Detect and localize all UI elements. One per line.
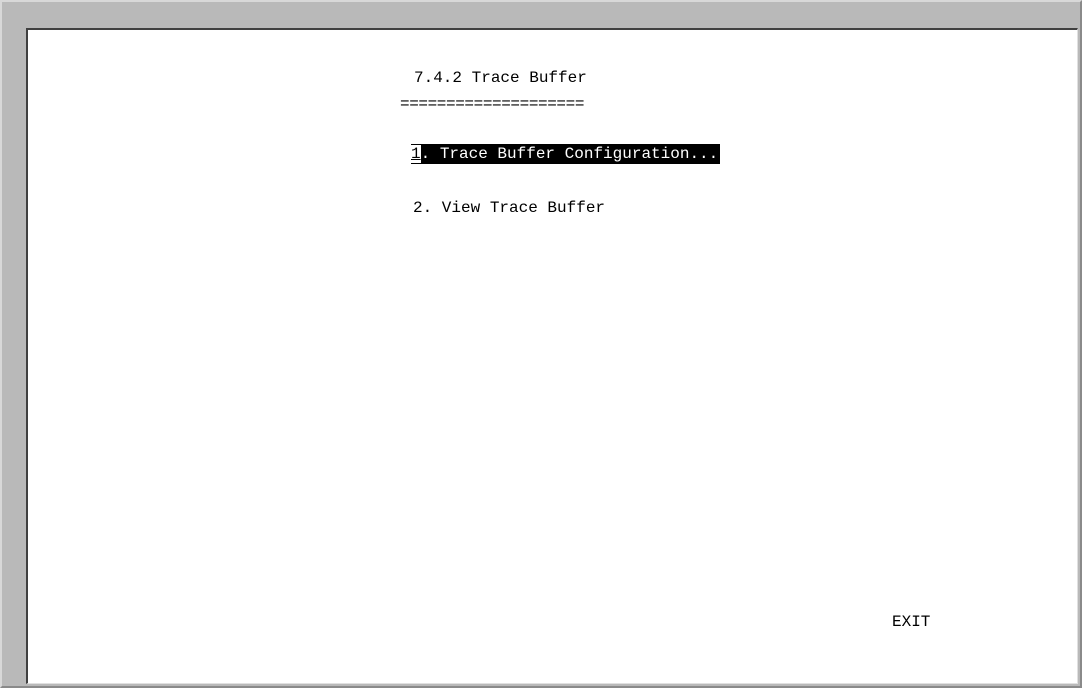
menu-item-trace-buffer-configuration[interactable]: 1. Trace Buffer Configuration... bbox=[411, 144, 721, 164]
terminal-screen: 7.4.2 Trace Buffer ==================== … bbox=[26, 28, 1078, 684]
menu-item-view-trace-buffer[interactable]: 2. View Trace Buffer bbox=[413, 198, 605, 218]
window-frame: 7.4.2 Trace Buffer ==================== … bbox=[0, 0, 1082, 688]
page-title: 7.4.2 Trace Buffer bbox=[414, 69, 587, 87]
menu-item-key-cursor: 1 bbox=[411, 145, 421, 163]
menu-item-label: . Trace Buffer Configuration... bbox=[420, 145, 719, 163]
exit-button[interactable]: EXIT bbox=[892, 612, 930, 632]
title-underline: ==================== bbox=[400, 95, 585, 113]
